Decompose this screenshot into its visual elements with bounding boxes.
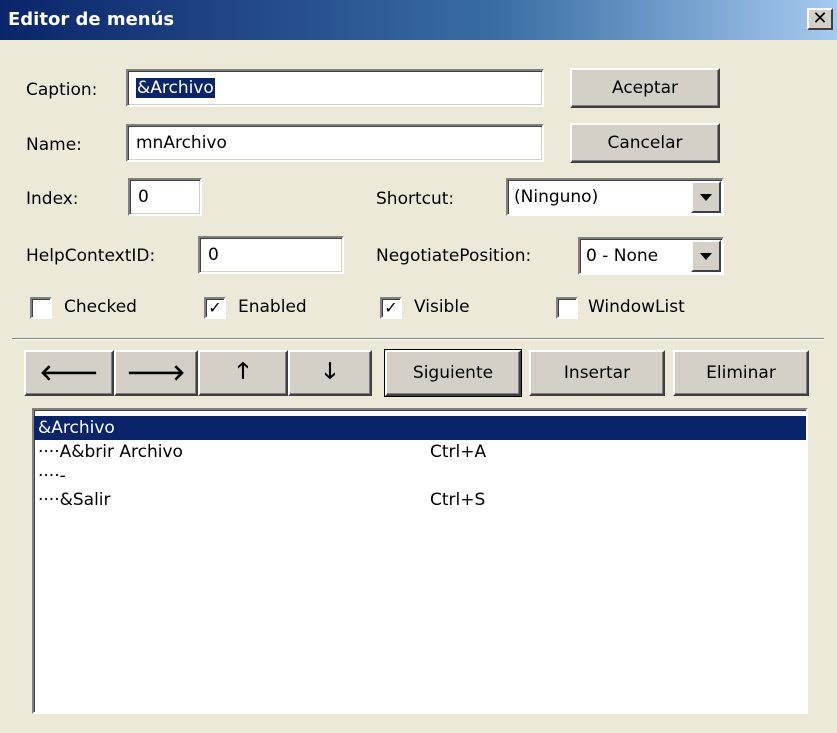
close-icon: ✕ [812, 8, 828, 29]
right-arrow-icon: 🡒 [126, 361, 186, 386]
caption-input[interactable]: &Archivo [126, 69, 544, 107]
helpcontextid-input[interactable]: 0 [198, 236, 344, 274]
insert-button[interactable]: Insertar [529, 350, 665, 396]
list-item-text: ····&Salir [38, 490, 111, 510]
delete-button[interactable]: Eliminar [673, 350, 809, 396]
accept-label: Aceptar [612, 78, 678, 98]
move-right-button[interactable]: 🡒 [114, 350, 198, 396]
negotiate-combo[interactable]: 0 - None [578, 237, 724, 275]
list-item-text: ····- [38, 466, 66, 486]
window-title: Editor de menús [8, 9, 175, 30]
separator [12, 338, 824, 340]
name-value: mnArchivo [136, 133, 227, 153]
caption-label: Caption: [26, 80, 98, 100]
name-input[interactable]: mnArchivo [126, 124, 544, 162]
shortcut-label: Shortcut: [376, 189, 455, 209]
list-item-shortcut: Ctrl+A [430, 442, 487, 462]
insert-label: Insertar [563, 363, 631, 383]
negotiate-dropdown-button[interactable] [691, 240, 721, 272]
index-label: Index: [26, 189, 79, 209]
list-item[interactable]: ····A&brir Archivo Ctrl+A [34, 440, 806, 464]
menu-listbox[interactable]: &Archivo ····A&brir Archivo Ctrl+A ····-… [32, 408, 808, 714]
shortcut-value: (Ninguno) [514, 187, 599, 207]
title-bar[interactable]: Editor de menús ✕ [0, 0, 837, 40]
up-arrow-icon: 🡑 [237, 359, 249, 384]
caption-value: &Archivo [136, 78, 215, 98]
list-item-shortcut: Ctrl+S [430, 490, 486, 510]
chevron-down-icon [700, 193, 712, 201]
next-label: Siguiente [412, 363, 494, 383]
list-item-text: ····A&brir Archivo [38, 442, 183, 462]
move-left-button[interactable]: 🡐 [24, 350, 114, 396]
cancel-label: Cancelar [607, 133, 683, 153]
index-input[interactable]: 0 [128, 178, 202, 216]
enabled-checkbox-box[interactable]: ✓ [204, 297, 226, 319]
windowlist-label: WindowList [588, 297, 685, 317]
checked-label: Checked [64, 297, 137, 317]
visible-label: Visible [414, 297, 470, 317]
negotiate-value: 0 - None [586, 246, 659, 266]
checkmark-icon: ✓ [208, 298, 222, 317]
name-label: Name: [26, 135, 82, 155]
list-item[interactable]: &Archivo [34, 416, 806, 440]
next-button[interactable]: Siguiente [384, 349, 522, 397]
list-item-text: &Archivo [38, 418, 115, 438]
enabled-label: Enabled [238, 297, 307, 317]
visible-checkbox-box[interactable]: ✓ [380, 297, 402, 319]
helpcontextid-value: 0 [208, 245, 219, 265]
list-item[interactable]: ····&Salir Ctrl+S [34, 488, 806, 512]
checkmark-icon: ✓ [384, 298, 398, 317]
close-button[interactable]: ✕ [807, 8, 833, 30]
move-up-button[interactable]: 🡑 [198, 350, 288, 396]
index-value: 0 [138, 187, 149, 207]
delete-label: Eliminar [706, 363, 776, 383]
checked-checkbox-box[interactable] [30, 297, 52, 319]
chevron-down-icon [700, 252, 712, 260]
windowlist-checkbox-box[interactable] [556, 297, 578, 319]
accept-button[interactable]: Aceptar [570, 68, 720, 108]
list-item[interactable]: ····- [34, 464, 806, 488]
left-arrow-icon: 🡐 [39, 361, 99, 386]
cancel-button[interactable]: Cancelar [570, 123, 720, 163]
negotiate-label: NegotiatePosition: [376, 246, 532, 266]
move-down-button[interactable]: 🡓 [288, 350, 372, 396]
shortcut-combo[interactable]: (Ninguno) [506, 178, 724, 216]
down-arrow-icon: 🡓 [324, 359, 336, 384]
shortcut-dropdown-button[interactable] [691, 181, 721, 213]
helpcontextid-label: HelpContextID: [26, 246, 156, 266]
